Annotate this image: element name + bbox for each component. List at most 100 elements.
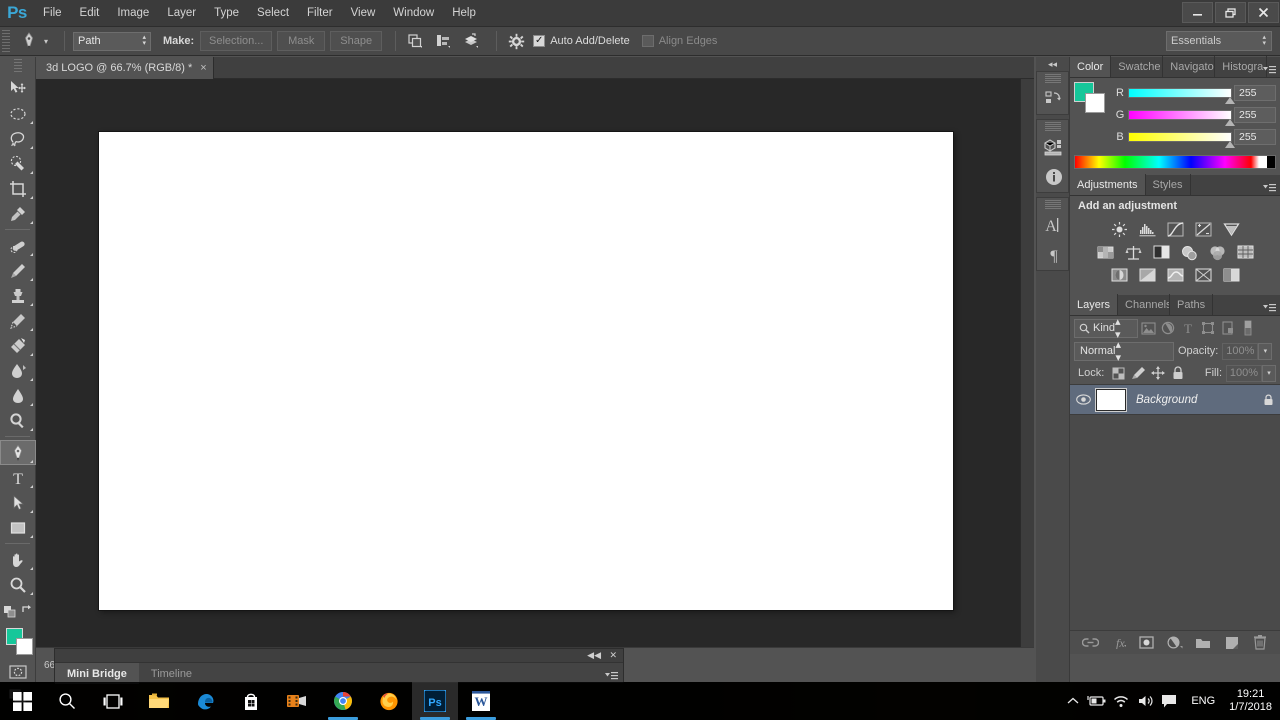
photoshop-icon[interactable]: Ps	[412, 682, 458, 720]
channel-slider-g[interactable]	[1128, 110, 1235, 126]
threshold-icon[interactable]	[1164, 266, 1186, 285]
tool-path-selection[interactable]	[0, 490, 36, 515]
vibrance-icon[interactable]	[1220, 220, 1242, 239]
delete-layer-icon[interactable]	[1250, 633, 1270, 653]
tool-shape[interactable]	[0, 515, 36, 540]
brightness-contrast-icon[interactable]	[1108, 220, 1130, 239]
tab-navigator[interactable]: Navigato	[1163, 56, 1216, 77]
task-view-icon[interactable]	[90, 682, 136, 720]
fill-value[interactable]: 100%	[1226, 364, 1262, 382]
channel-value-g[interactable]: 255	[1234, 107, 1276, 123]
color-lookup-icon[interactable]	[1234, 243, 1256, 262]
tool-move[interactable]	[0, 76, 36, 101]
canvas-area[interactable]	[36, 79, 1034, 647]
color-panel-background-swatch[interactable]	[1085, 93, 1105, 113]
path-arrangement-icon[interactable]	[460, 30, 482, 52]
tool-marquee[interactable]	[0, 101, 36, 126]
channel-slider-b[interactable]	[1128, 132, 1235, 148]
show-hidden-icons-icon[interactable]	[1061, 682, 1085, 720]
layer-filter-kind-select[interactable]: Kind ▴ ▾	[1074, 316, 1138, 341]
document-tab-close-icon[interactable]: ×	[200, 62, 206, 74]
filter-shape-icon[interactable]	[1198, 318, 1218, 338]
microsoft-store-icon[interactable]	[228, 682, 274, 720]
menu-file[interactable]: File	[34, 0, 71, 27]
language-indicator[interactable]: ENG	[1181, 695, 1225, 707]
pen-tool-icon[interactable]	[16, 28, 42, 54]
volume-icon[interactable]	[1133, 682, 1157, 720]
photo-filter-icon[interactable]	[1178, 243, 1200, 262]
background-color-swatch[interactable]	[16, 638, 33, 655]
menu-image[interactable]: Image	[108, 0, 158, 27]
word-icon[interactable]: W	[458, 682, 504, 720]
canvas-vertical-scrollbar[interactable]	[1020, 79, 1034, 647]
tool-gradient[interactable]	[0, 358, 36, 383]
lock-transparent-pixels-icon[interactable]	[1108, 364, 1128, 382]
selective-color-icon[interactable]	[1192, 266, 1214, 285]
color-swatches[interactable]	[0, 626, 36, 660]
menu-help[interactable]: Help	[443, 0, 485, 27]
toolbar-grip[interactable]	[13, 59, 22, 73]
menu-window[interactable]: Window	[384, 0, 443, 27]
tab-layers[interactable]: Layers	[1070, 294, 1119, 315]
collapse-panels-icon[interactable]: ◂◂	[1036, 57, 1069, 71]
channel-slider-thumb-b[interactable]	[1225, 141, 1235, 148]
opacity-value[interactable]: 100%	[1222, 342, 1259, 360]
menu-view[interactable]: View	[342, 0, 385, 27]
filter-toggle-icon[interactable]	[1238, 318, 1258, 338]
tool-history-brush[interactable]	[0, 308, 36, 333]
rail-grip[interactable]	[1044, 122, 1061, 131]
tab-paths[interactable]: Paths	[1170, 294, 1214, 315]
filter-smart-object-icon[interactable]	[1218, 318, 1238, 338]
tab-channels[interactable]: Channels	[1118, 294, 1171, 315]
history-icon[interactable]	[1037, 84, 1071, 114]
quick-mask-mode-button[interactable]	[0, 660, 36, 684]
mini-bridge-collapse-icon[interactable]: ◀◀	[587, 650, 601, 661]
hue-saturation-icon[interactable]	[1094, 243, 1116, 262]
tab-color[interactable]: Color	[1070, 56, 1112, 77]
channel-value-b[interactable]: 255	[1234, 129, 1276, 145]
tool-clone-stamp[interactable]	[0, 283, 36, 308]
default-colors-and-swap[interactable]	[0, 597, 36, 622]
channel-value-r[interactable]: 255	[1234, 85, 1276, 101]
table-row[interactable]: Background	[1070, 385, 1280, 415]
rail-grip[interactable]	[1044, 200, 1061, 209]
tab-histogram[interactable]: Histogra	[1215, 56, 1268, 77]
menu-edit[interactable]: Edit	[71, 0, 109, 27]
options-bar-grip[interactable]	[2, 30, 10, 52]
battery-icon[interactable]	[1085, 682, 1109, 720]
channel-mixer-icon[interactable]	[1206, 243, 1228, 262]
tool-quick-selection[interactable]	[0, 151, 36, 176]
layers-panel-menu-icon[interactable]	[1263, 300, 1276, 318]
make-selection-button[interactable]: Selection...	[200, 31, 273, 51]
mini-bridge-close-icon[interactable]: ✕	[609, 650, 617, 661]
edge-browser-icon[interactable]	[182, 682, 228, 720]
menu-layer[interactable]: Layer	[158, 0, 205, 27]
new-adjustment-layer-icon[interactable]	[1165, 633, 1185, 653]
make-mask-button[interactable]: Mask	[277, 31, 326, 51]
filter-pixel-icon[interactable]	[1138, 318, 1158, 338]
gradient-map-icon[interactable]	[1220, 266, 1242, 285]
blend-mode-select[interactable]: Normal ▴ ▾	[1074, 339, 1174, 364]
tool-type[interactable]: T	[0, 465, 36, 490]
tool-dodge[interactable]	[0, 408, 36, 433]
menu-filter[interactable]: Filter	[298, 0, 342, 27]
add-layer-mask-icon[interactable]	[1137, 633, 1157, 653]
minimize-button[interactable]	[1182, 2, 1213, 23]
menu-select[interactable]: Select	[248, 0, 298, 27]
link-layers-icon[interactable]	[1080, 633, 1100, 653]
search-icon[interactable]	[44, 682, 90, 720]
action-center-icon[interactable]	[1157, 682, 1181, 720]
layer-thumbnail[interactable]	[1095, 387, 1127, 412]
tool-brush[interactable]	[0, 258, 36, 283]
layer-name[interactable]: Background	[1126, 394, 1256, 406]
path-alignment-icon[interactable]	[432, 30, 454, 52]
black-white-icon[interactable]	[1150, 243, 1172, 262]
color-panel-menu-icon[interactable]	[1263, 62, 1276, 80]
tab-swatches[interactable]: Swatche	[1111, 56, 1164, 77]
firefox-browser-icon[interactable]	[366, 682, 412, 720]
make-shape-button[interactable]: Shape	[330, 31, 383, 51]
wifi-icon[interactable]	[1109, 682, 1133, 720]
posterize-icon[interactable]	[1136, 266, 1158, 285]
gear-icon[interactable]	[505, 30, 527, 52]
info-icon[interactable]	[1037, 162, 1071, 192]
